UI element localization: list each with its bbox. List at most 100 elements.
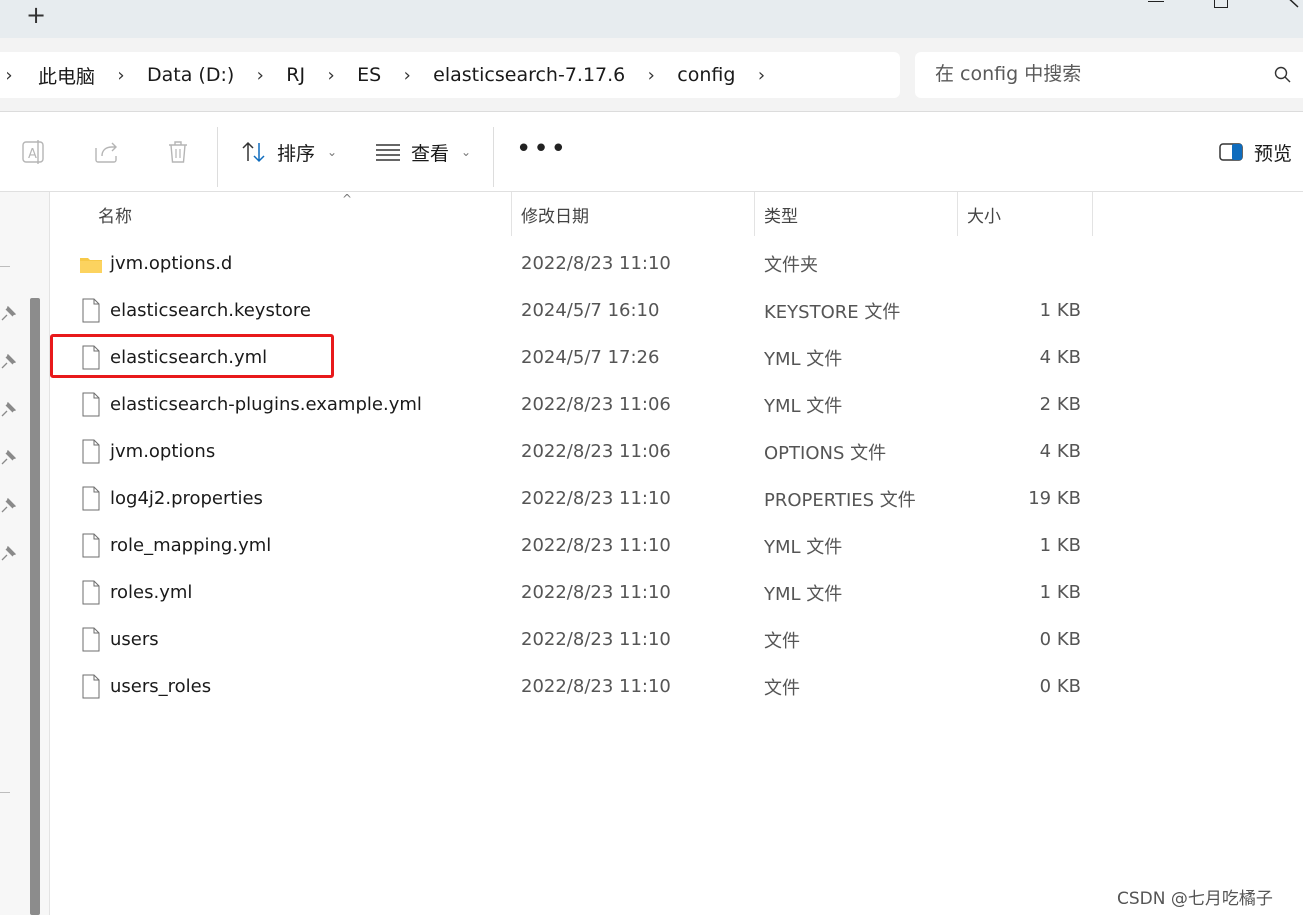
file-row[interactable]: role_mapping.yml 2022/8/23 11:10 YML 文件 … (50, 522, 1303, 569)
file-row[interactable]: log4j2.properties 2022/8/23 11:10 PROPER… (50, 475, 1303, 522)
chevron-right-icon[interactable]: › (103, 65, 139, 86)
breadcrumb-item-config[interactable]: config (669, 64, 743, 86)
file-size: 4 KB (1039, 347, 1081, 368)
file-date: 2022/8/23 11:06 (521, 441, 671, 462)
file-type: YML 文件 (764, 348, 843, 370)
chevron-right-icon[interactable]: › (242, 65, 278, 86)
pin-icon[interactable] (0, 402, 16, 418)
file-type: OPTIONS 文件 (764, 442, 887, 464)
file-name: elasticsearch.keystore (110, 300, 311, 321)
file-date: 2022/8/23 11:10 (521, 253, 671, 274)
pin-icon[interactable] (0, 498, 16, 514)
chevron-right-icon[interactable]: › (743, 65, 779, 86)
file-row[interactable]: elasticsearch.keystore 2024/5/7 16:10 KE… (50, 287, 1303, 334)
file-size: 0 KB (1039, 676, 1081, 697)
search-icon[interactable] (1273, 65, 1293, 85)
column-divider[interactable] (1092, 192, 1093, 236)
command-bar: A 排序 ⌄ 查看 ⌄ ••• 预览 (0, 112, 1303, 192)
pin-icon[interactable] (0, 306, 16, 322)
pin-icon[interactable] (0, 354, 16, 370)
navigation-pane[interactable] (0, 192, 50, 915)
pin-icon[interactable] (0, 450, 16, 466)
address-bar: › 此电脑 › Data (D:) › RJ › ES › elasticsea… (0, 38, 1303, 112)
nav-divider (0, 266, 10, 267)
column-header-date[interactable]: 修改日期 (521, 192, 589, 236)
file-name: roles.yml (110, 582, 193, 603)
chevron-right-icon[interactable]: › (389, 65, 425, 86)
breadcrumb-item-drive[interactable]: Data (D:) (139, 64, 242, 86)
file-icon (82, 298, 100, 323)
sort-button[interactable]: 排序 ⌄ (241, 134, 337, 170)
nav-scrollbar[interactable] (30, 298, 40, 915)
chevron-right-icon[interactable]: › (633, 65, 669, 86)
file-size: 2 KB (1039, 394, 1081, 415)
file-row[interactable]: users 2022/8/23 11:10 文件 0 KB (50, 616, 1303, 663)
view-icon (376, 144, 400, 161)
column-header: ^ 名称 修改日期 类型 大小 (50, 192, 1303, 236)
column-header-type[interactable]: 类型 (764, 192, 798, 236)
trash-icon[interactable] (164, 138, 192, 166)
file-row[interactable]: jvm.options.d 2022/8/23 11:10 文件夹 (50, 240, 1303, 287)
chevron-right-icon[interactable]: › (0, 65, 18, 86)
file-type: PROPERTIES 文件 (764, 489, 916, 511)
file-row[interactable]: users_roles 2022/8/23 11:10 文件 0 KB (50, 663, 1303, 710)
file-date: 2022/8/23 11:10 (521, 535, 671, 556)
column-divider[interactable] (957, 192, 958, 236)
sort-label: 排序 (277, 142, 316, 165)
more-options-button[interactable]: ••• (516, 136, 568, 162)
svg-text:A: A (28, 147, 37, 162)
view-button[interactable]: 查看 ⌄ (375, 134, 471, 170)
file-type: YML 文件 (764, 395, 843, 417)
file-size: 0 KB (1039, 629, 1081, 650)
column-divider[interactable] (511, 192, 512, 236)
file-date: 2022/8/23 11:10 (521, 629, 671, 650)
sort-icon (242, 141, 265, 163)
file-size: 1 KB (1039, 300, 1081, 321)
chevron-right-icon[interactable]: › (313, 65, 349, 86)
minimize-button[interactable] (1148, 0, 1164, 2)
file-icon (82, 486, 100, 511)
file-icon (82, 627, 100, 652)
highlight-box (50, 334, 334, 378)
share-icon[interactable] (92, 138, 120, 166)
file-icon (82, 439, 100, 464)
file-size: 1 KB (1039, 535, 1081, 556)
file-date: 2024/5/7 17:26 (521, 347, 660, 368)
breadcrumb-item-es[interactable]: ES (349, 64, 389, 86)
search-box[interactable] (915, 52, 1303, 98)
preview-label: 预览 (1254, 142, 1293, 165)
file-icon (82, 392, 100, 417)
title-bar: + (0, 0, 1303, 38)
file-date: 2022/8/23 11:06 (521, 394, 671, 415)
file-type: KEYSTORE 文件 (764, 301, 901, 323)
file-size (950, 240, 1081, 287)
close-icon[interactable] (1282, 0, 1300, 8)
file-row[interactable]: jvm.options 2022/8/23 11:06 OPTIONS 文件 4… (50, 428, 1303, 475)
file-date: 2024/5/7 16:10 (521, 300, 660, 321)
chevron-down-icon: ⌄ (461, 145, 472, 159)
preview-button[interactable]: 预览 (1218, 134, 1292, 170)
view-label: 查看 (411, 142, 450, 165)
breadcrumb-item-rj[interactable]: RJ (278, 64, 313, 86)
toolbar-divider (493, 127, 494, 187)
file-size: 19 KB (1028, 488, 1081, 509)
file-icon (82, 580, 100, 605)
maximize-button[interactable] (1214, 0, 1228, 8)
nav-divider (0, 792, 10, 793)
breadcrumb-item-elasticsearch[interactable]: elasticsearch-7.17.6 (425, 64, 633, 86)
file-type: 文件 (764, 677, 800, 699)
folder-icon (80, 258, 102, 273)
file-row[interactable]: elasticsearch-plugins.example.yml 2022/8… (50, 381, 1303, 428)
breadcrumb[interactable]: › 此电脑 › Data (D:) › RJ › ES › elasticsea… (0, 52, 900, 98)
breadcrumb-item-this-pc[interactable]: 此电脑 (18, 62, 103, 89)
file-row[interactable]: roles.yml 2022/8/23 11:10 YML 文件 1 KB (50, 569, 1303, 616)
file-name: jvm.options.d (110, 253, 233, 274)
column-divider[interactable] (754, 192, 755, 236)
column-header-name[interactable]: 名称 (98, 192, 132, 236)
new-tab-button[interactable]: + (22, 2, 50, 30)
column-header-size[interactable]: 大小 (967, 192, 1001, 236)
file-icon (82, 674, 100, 699)
search-input[interactable] (935, 63, 1255, 85)
pin-icon[interactable] (0, 546, 16, 562)
rename-icon[interactable]: A (20, 138, 48, 166)
